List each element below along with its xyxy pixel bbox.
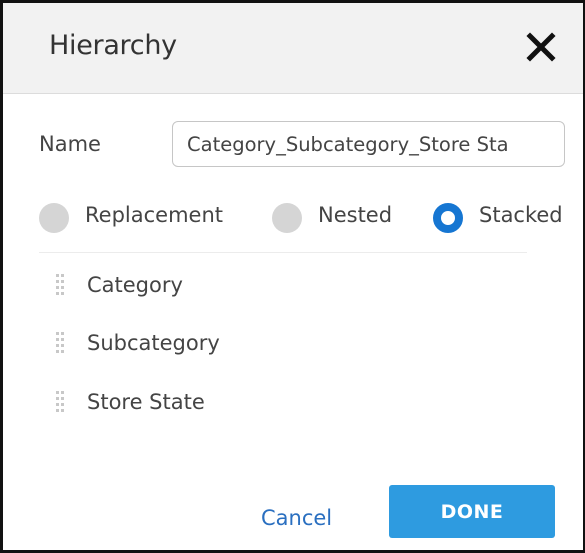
dialog-body: Hierarchy Name Replacement Nested Stack xyxy=(3,3,583,550)
level-item-category[interactable]: Category xyxy=(3,265,563,309)
drag-handle-icon[interactable] xyxy=(55,390,65,416)
radio-stacked-indicator xyxy=(433,203,463,233)
radio-replacement-indicator xyxy=(39,203,69,233)
close-icon xyxy=(526,32,556,62)
drag-handle-icon[interactable] xyxy=(55,273,65,299)
divider xyxy=(39,252,527,253)
radio-replacement-label: Replacement xyxy=(85,203,223,227)
level-label: Store State xyxy=(87,390,205,414)
level-item-subcategory[interactable]: Subcategory xyxy=(3,323,563,367)
dialog-title: Hierarchy xyxy=(49,30,177,61)
close-button[interactable] xyxy=(523,29,559,65)
level-item-store-state[interactable]: Store State xyxy=(3,382,563,426)
hierarchy-dialog: Hierarchy Name Replacement Nested Stack xyxy=(0,0,585,553)
level-label: Category xyxy=(87,273,183,297)
radio-nested-label: Nested xyxy=(318,203,393,227)
drag-handle-icon[interactable] xyxy=(55,331,65,357)
dialog-header: Hierarchy xyxy=(3,3,583,94)
radio-nested-indicator xyxy=(272,203,302,233)
hierarchy-mode-group: Replacement Nested Stacked xyxy=(39,200,583,234)
done-button[interactable]: DONE xyxy=(389,485,555,538)
name-input[interactable] xyxy=(172,121,565,167)
cancel-button[interactable]: Cancel xyxy=(261,506,332,530)
name-label: Name xyxy=(39,132,101,156)
level-label: Subcategory xyxy=(87,331,220,355)
radio-stacked-label: Stacked xyxy=(479,203,563,227)
